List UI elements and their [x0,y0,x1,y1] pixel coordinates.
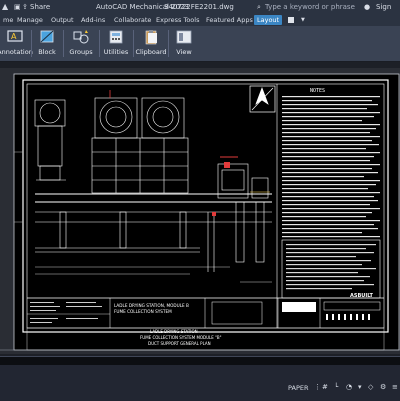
tab-output[interactable]: Output [48,15,77,25]
status-bar: PAPER ⋮ # └ ◔ ▾ ◇ ⚙ ≡ [0,356,400,401]
separator [63,30,64,57]
utilities-icon [109,30,123,44]
search-input[interactable]: Type a keyword or phrase [265,3,355,11]
quick-access-icon[interactable]: ▣ [14,3,21,11]
file-name: 340722FE2201.dwg [164,3,234,11]
annotation-button[interactable]: A Annotation [0,28,33,59]
block-icon [40,30,54,43]
clipboard-button[interactable]: Clipboard [135,28,167,59]
sign-in-button[interactable]: Sign [376,3,391,11]
app-menu-icon[interactable]: ▲ [2,2,8,11]
ribbon-panel: A Annotation Block Groups Utilities Clip… [0,26,400,62]
menu-icon[interactable]: ≡ [392,383,398,391]
notes-heading: NOTES [310,88,325,94]
separator [168,30,169,57]
groups-icon [73,30,89,44]
block-button[interactable]: Block [34,28,60,59]
tab-express-tools[interactable]: Express Tools [153,15,202,25]
tab-collaborate[interactable]: Collaborate [111,15,154,25]
separator [99,30,100,57]
title-bar: ▲ ▣ ⇪ Share AutoCAD Mechanical 2023 3407… [0,0,400,14]
tab-featured-apps[interactable]: Featured Apps [203,15,256,25]
search-icon[interactable]: ⌕ [257,3,261,12]
annotation-icon: A [7,30,23,42]
groups-button[interactable]: Groups [66,28,96,59]
grid-icon[interactable]: # [322,383,328,391]
panel-toggle-icon[interactable] [288,17,294,23]
workspace-icon[interactable]: ⚙ [380,383,386,391]
share-icon[interactable]: ⇪ [22,3,28,11]
tab-layout[interactable]: Layout [254,15,283,25]
paper-space-toggle[interactable]: PAPER [288,384,309,392]
snap-icon[interactable]: ⋮ [314,383,321,391]
asbuilt-stamp: ASBUILT [350,293,374,299]
svg-text:A: A [11,32,17,41]
chevron-down-icon[interactable]: ▾ [358,383,362,391]
chevron-down-icon[interactable]: ▼ [298,15,308,25]
separator [31,30,32,57]
drawing-viewport: NOTES LADLE DRYING STATION, MODULE B FUM… [0,68,400,354]
view-icon [176,30,192,44]
isodraft-icon[interactable]: ◇ [368,383,373,391]
title-line-5: DUCT SUPPORT GENERAL PLAN [148,341,211,346]
title-line-1: LADLE DRYING STATION, MODULE B [114,303,189,308]
tab-add-ins[interactable]: Add-ins [78,15,108,25]
share-button[interactable]: Share [30,3,50,11]
polar-icon[interactable]: ◔ [346,383,352,391]
utilities-button[interactable]: Utilities [102,28,130,59]
view-button[interactable]: View [172,28,196,59]
user-icon[interactable]: ● [364,3,370,11]
title-line-2: FUME COLLECTION SYSTEM [114,309,172,314]
clipboard-icon [145,30,157,45]
title-line-4: FUME COLLECTION SYSTEM MODULE "B" [140,335,222,340]
drawing-canvas[interactable]: NOTES LADLE DRYING STATION, MODULE B FUM… [0,62,400,356]
ortho-icon[interactable]: └ [334,383,338,391]
separator [133,30,134,57]
title-line-3: LADLE DRYING STATION [150,329,198,334]
model-tabs-strip [0,357,400,365]
tab-manage[interactable]: Manage [14,15,46,25]
